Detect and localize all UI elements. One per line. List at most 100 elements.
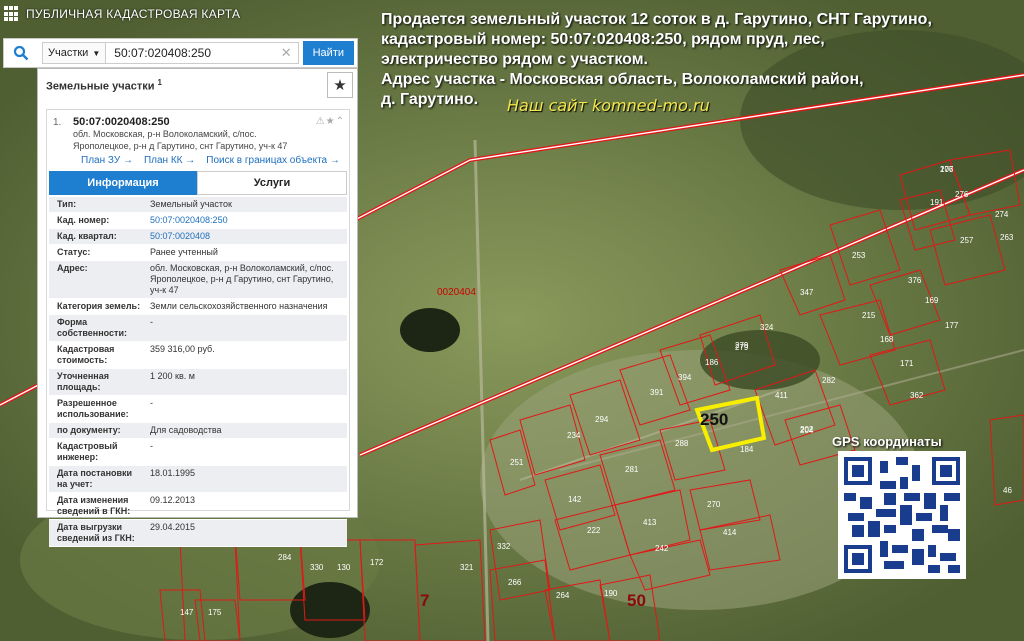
result-links: План ЗУ → План КК → Поиск в границах объ… <box>47 152 349 166</box>
parcel-number-label: 282 <box>822 376 836 385</box>
parcel-number-label: 376 <box>908 276 922 285</box>
info-row: Кад. номер: 50:07:0020408:250 <box>49 213 347 229</box>
parcel-card: ⚠★⌃ 1. 50:07:0020408:250 обл. Московская… <box>46 109 350 547</box>
app-header: ПУБЛИЧНАЯ КАДАСТРОВАЯ КАРТА <box>0 0 360 28</box>
find-button[interactable]: Найти <box>302 41 354 65</box>
qr-code-image <box>844 457 960 573</box>
info-value[interactable]: 50:07:0020408 <box>146 229 347 244</box>
map-label-7: 7 <box>420 591 430 610</box>
parcel-number-label: 274 <box>995 210 1009 219</box>
info-key: Кад. квартал: <box>57 231 117 241</box>
result-address-line2: Ярополецкое, р-н д Гарутино, снт Гарутин… <box>73 141 288 151</box>
info-key: Дата выгрузки сведений из ГКН: <box>57 522 135 543</box>
parcel-number-label: 264 <box>556 591 570 600</box>
info-row: по документу: Для садоводства <box>49 423 347 439</box>
info-value: Земельный участок <box>150 199 232 209</box>
headline-line4: Адрес участка - Московская область, Воло… <box>381 71 864 88</box>
headline-line3: электричество рядом с участком. <box>381 51 648 68</box>
search-bar: Участки ▼ 50:07:020408:250 ✕ Найти <box>3 38 358 68</box>
parcel-number-label: 332 <box>497 542 511 551</box>
info-row: Тип: Земельный участок <box>49 197 347 213</box>
site-link[interactable]: Наш сайт komned-mo.ru <box>507 96 710 115</box>
info-row: Кадастровый инженер: - <box>49 439 347 466</box>
info-key: Разрешенное использование: <box>57 398 129 419</box>
info-key: Адрес: <box>57 263 88 273</box>
qr-code[interactable] <box>838 451 966 579</box>
info-value: 29.04.2015 <box>150 522 196 532</box>
info-row: Адрес: обл. Московская, р-н Волоколамский… <box>49 261 347 299</box>
info-value: - <box>150 441 153 451</box>
parcel-number-label: 266 <box>508 578 522 587</box>
info-row: Кадастровая стоимость: 359 316,00 руб. <box>49 342 347 369</box>
info-key: Кадастровая стоимость: <box>57 344 115 365</box>
app-title: ПУБЛИЧНАЯ КАДАСТРОВАЯ КАРТА <box>26 7 241 21</box>
info-key: Кад. номер: <box>57 215 110 225</box>
parcel-number-label: 257 <box>960 236 974 245</box>
target-parcel-label[interactable]: 250 <box>700 410 728 430</box>
parcel-number-label: 169 <box>925 296 939 305</box>
parcel-number-label: 284 <box>278 553 292 562</box>
info-key: Категория земель: <box>57 301 141 311</box>
parcel-number-label: 184 <box>740 445 754 454</box>
info-table: Тип: Земельный участок Кад. номер: 50:07:00… <box>49 197 347 547</box>
parcel-number-label: 279 <box>735 341 749 350</box>
parcel-number-label: 394 <box>678 373 692 382</box>
info-value: - <box>150 398 153 408</box>
info-key: Форма собственности: <box>57 317 127 338</box>
parcel-number-label: 204 <box>800 426 814 435</box>
parcel-number-label: 330 <box>310 563 324 572</box>
info-row: Разрешенное использование: - <box>49 396 347 423</box>
parcel-number-label: 130 <box>337 563 351 572</box>
parcel-number-label: 414 <box>723 528 737 537</box>
search-icon[interactable] <box>4 39 38 67</box>
clear-icon[interactable]: ✕ <box>281 45 292 61</box>
info-key: Уточненная площадь: <box>57 371 109 392</box>
info-row: Уточненная площадь: 1 200 кв. м <box>49 369 347 396</box>
parcel-number-label: 172 <box>370 558 384 567</box>
info-value: 359 316,00 руб. <box>150 344 215 354</box>
parcel-number-label: 147 <box>180 608 194 617</box>
info-key: Тип: <box>57 199 77 209</box>
parcel-number-label: 234 <box>567 431 581 440</box>
card-tabs: Информация Услуги <box>49 171 347 195</box>
star-icon[interactable]: ★ <box>327 72 353 98</box>
info-value: 09.12.2013 <box>150 495 196 505</box>
object-type-value: Участки <box>48 47 89 59</box>
link-plan-zu[interactable]: План ЗУ → <box>81 155 133 166</box>
parcel-number-label: 222 <box>587 526 601 535</box>
parcel-number-label: 215 <box>862 311 876 320</box>
search-input[interactable]: 50:07:020408:250 ✕ <box>106 42 299 64</box>
parcel-number-label: 186 <box>705 358 719 367</box>
object-type-select[interactable]: Участки ▼ <box>42 42 107 64</box>
parcel-number-label: 175 <box>208 608 222 617</box>
ad-headline: Продается земельный участок 12 соток в д… <box>381 10 1021 110</box>
info-row: Дата постановки на учет: 18.01.1995 <box>49 466 347 493</box>
info-row: Статус: Ранее учтенный <box>49 245 347 261</box>
info-key: Дата изменения сведений в ГКН: <box>57 495 131 516</box>
info-value[interactable]: 50:07:0020408:250 <box>146 213 347 228</box>
info-value: Земли сельскохозяйственного назначения <box>150 301 328 311</box>
link-plan-kk[interactable]: План КК → <box>144 155 195 166</box>
info-row: Форма собственности: - <box>49 315 347 342</box>
panel-header: Земельные участки 1 ★ <box>38 69 357 101</box>
parcel-number-label: 190 <box>604 589 618 598</box>
link-search-in-bounds[interactable]: Поиск в границах объекта → <box>206 155 340 166</box>
info-row: Категория земель: Земли сельскохозяйствен… <box>49 299 347 315</box>
gps-label: GPS координаты <box>832 434 942 449</box>
parcel-number-label: 191 <box>930 198 944 207</box>
tab-services[interactable]: Услуги <box>197 171 347 195</box>
info-row: Дата выгрузки сведений из ГКН: 29.04.2015 <box>49 520 347 547</box>
apps-grid-icon[interactable] <box>4 6 20 22</box>
result-index: 1. <box>53 117 62 128</box>
card-tools[interactable]: ⚠★⌃ <box>316 116 345 127</box>
info-value: обл. Московская, р-н Волоколамский, с/по… <box>150 263 334 295</box>
headline-line1: Продается земельный участок 12 соток в д… <box>381 11 932 28</box>
info-key: по документу: <box>57 425 121 435</box>
result-cad-number[interactable]: 50:07:0020408:250 <box>73 116 287 128</box>
info-value: Ранее учтенный <box>150 247 218 257</box>
parcel-number-label: 270 <box>707 500 721 509</box>
quarter-label: 0020404 <box>437 287 476 298</box>
info-value: 18.01.1995 <box>150 468 196 478</box>
parcel-number-label: 242 <box>655 544 669 553</box>
tab-information[interactable]: Информация <box>49 171 197 195</box>
